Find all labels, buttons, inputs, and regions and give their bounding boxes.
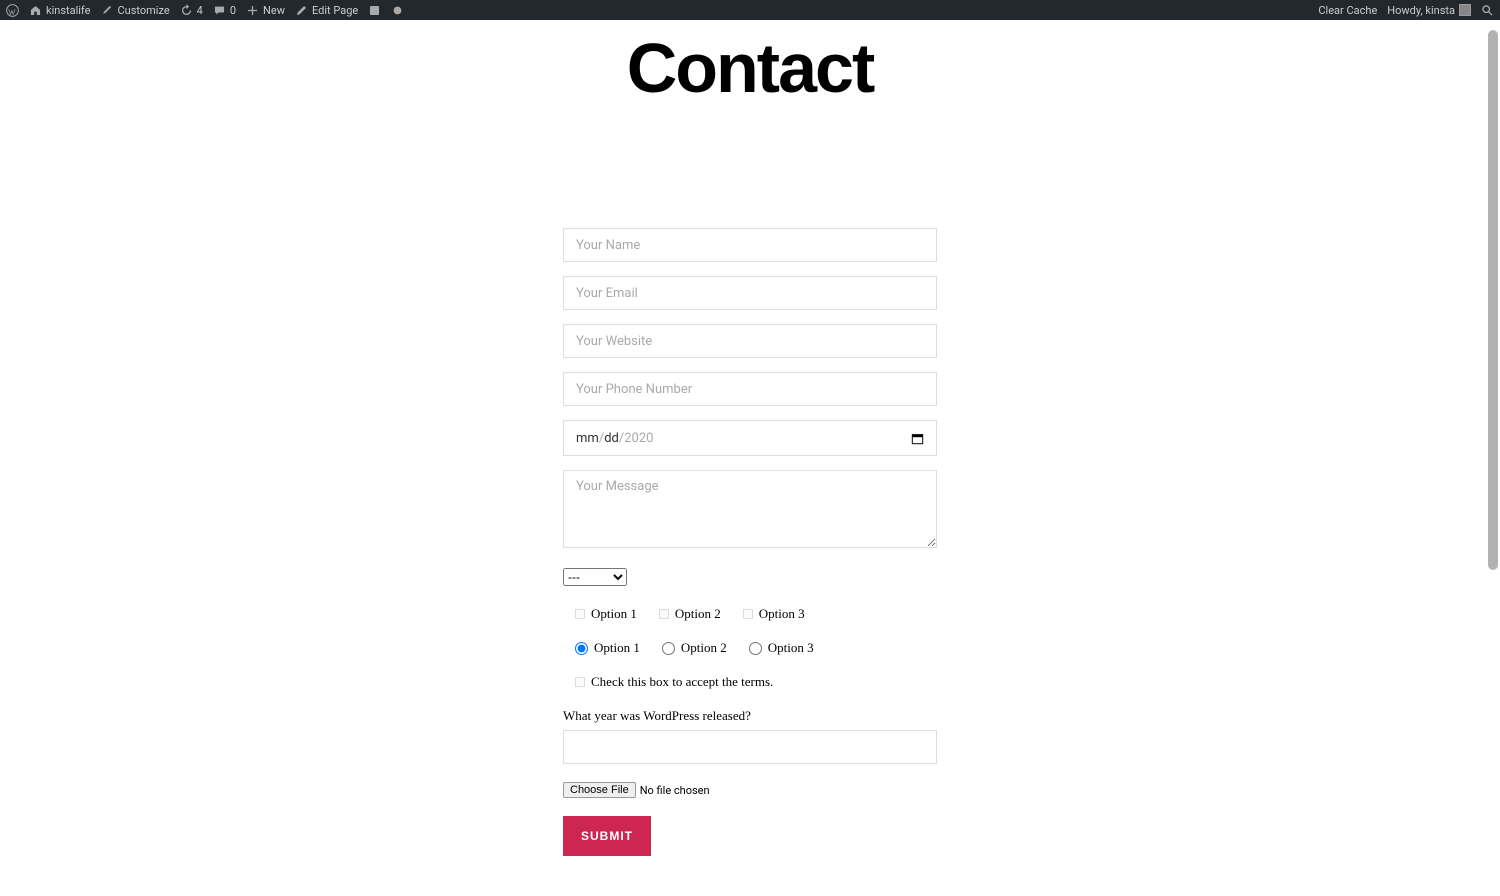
brush-icon xyxy=(100,4,113,17)
autoptimize-icon xyxy=(368,4,381,17)
scrollbar[interactable] xyxy=(1488,30,1498,570)
choose-file-button[interactable]: Choose File xyxy=(563,782,636,798)
date-value: mm/dd/2020 xyxy=(576,431,653,446)
radio-option-1[interactable]: Option 1 xyxy=(575,640,640,656)
site-name-text: kinstalife xyxy=(46,4,90,17)
edit-page-text: Edit Page xyxy=(312,4,358,17)
checkbox-option-3[interactable]: Option 3 xyxy=(743,606,805,622)
howdy-text: Howdy, kinsta xyxy=(1387,4,1455,17)
terms-label: Check this box to accept the terms. xyxy=(591,674,773,690)
checkbox-icon xyxy=(743,609,753,619)
phone-input[interactable] xyxy=(563,372,937,406)
submit-button[interactable]: SUBMIT xyxy=(563,816,651,856)
home-icon xyxy=(29,4,42,17)
comment-icon xyxy=(213,4,226,17)
radio-group: Option 1 Option 2 Option 3 xyxy=(563,640,937,656)
radio-option-3[interactable]: Option 3 xyxy=(749,640,814,656)
radio-input[interactable] xyxy=(575,642,588,655)
email-input[interactable] xyxy=(563,276,937,310)
checkbox-icon xyxy=(659,609,669,619)
website-input[interactable] xyxy=(563,324,937,358)
dropdown-select[interactable]: --- xyxy=(563,568,627,586)
plugin-icon-2[interactable] xyxy=(391,4,404,17)
new-link[interactable]: New xyxy=(246,4,285,17)
plugin-icon-1[interactable] xyxy=(368,4,381,17)
calendar-icon xyxy=(911,432,924,445)
page-title: Contact xyxy=(0,28,1500,108)
quiz-input[interactable] xyxy=(563,730,937,764)
message-input[interactable] xyxy=(563,470,937,548)
checkbox-icon xyxy=(575,677,585,687)
terms-checkbox[interactable]: Check this box to accept the terms. xyxy=(563,674,937,690)
clear-cache-link[interactable]: Clear Cache xyxy=(1318,4,1377,17)
wp-logo[interactable] xyxy=(6,4,19,17)
wp-admin-bar: kinstalife Customize 4 0 New Edit Page xyxy=(0,0,1500,20)
search-toggle[interactable] xyxy=(1481,4,1494,17)
contact-form: mm/dd/2020 --- Option 1 Option 2 Option … xyxy=(563,228,937,856)
quiz-question: What year was WordPress released? xyxy=(563,708,937,724)
date-input[interactable]: mm/dd/2020 xyxy=(563,420,937,456)
file-upload: Choose File No file chosen xyxy=(563,782,937,798)
radio-input[interactable] xyxy=(662,642,675,655)
new-text: New xyxy=(263,4,285,17)
gear-icon xyxy=(391,4,404,17)
edit-page-link[interactable]: Edit Page xyxy=(295,4,358,17)
comments-link[interactable]: 0 xyxy=(213,4,236,17)
site-name-link[interactable]: kinstalife xyxy=(29,4,90,17)
plus-icon xyxy=(246,4,259,17)
customize-link[interactable]: Customize xyxy=(100,4,169,17)
updates-count: 4 xyxy=(197,4,203,17)
pencil-icon xyxy=(295,4,308,17)
comments-count: 0 xyxy=(230,4,236,17)
file-status: No file chosen xyxy=(640,784,710,797)
checkbox-icon xyxy=(575,609,585,619)
clear-cache-text: Clear Cache xyxy=(1318,4,1377,17)
wordpress-icon xyxy=(6,4,19,17)
update-icon xyxy=(180,4,193,17)
avatar xyxy=(1459,4,1471,16)
customize-text: Customize xyxy=(117,4,169,17)
checkbox-group: Option 1 Option 2 Option 3 xyxy=(563,606,937,622)
radio-input[interactable] xyxy=(749,642,762,655)
checkbox-option-2[interactable]: Option 2 xyxy=(659,606,721,622)
checkbox-option-1[interactable]: Option 1 xyxy=(575,606,637,622)
updates-link[interactable]: 4 xyxy=(180,4,203,17)
name-input[interactable] xyxy=(563,228,937,262)
howdy-link[interactable]: Howdy, kinsta xyxy=(1387,4,1471,17)
radio-option-2[interactable]: Option 2 xyxy=(662,640,727,656)
search-icon xyxy=(1481,4,1494,17)
